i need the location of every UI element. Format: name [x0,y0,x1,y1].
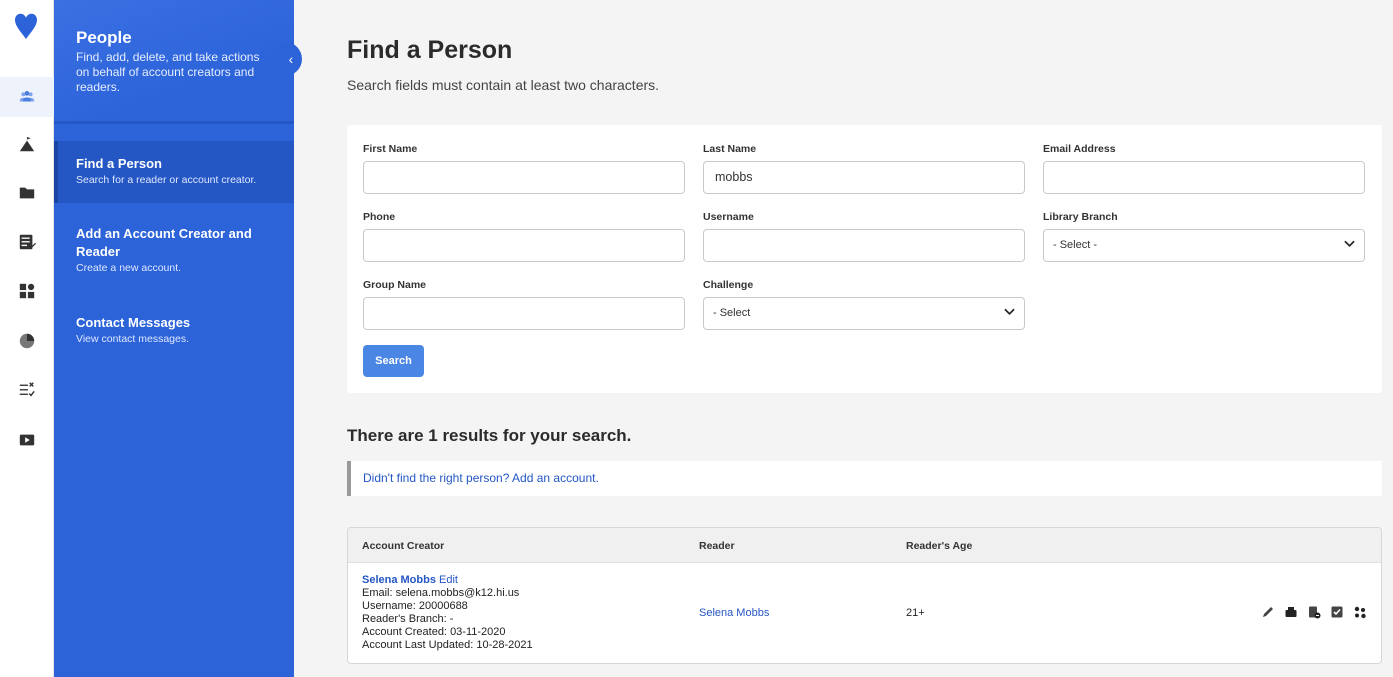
challenge-group: Challenge - Select [703,279,1025,330]
created-label: Account Created: [362,626,447,638]
challenge-value: - Select [713,307,751,319]
sidebar-item-label: Contact Messages [76,315,191,330]
library-branch-group: Library Branch - Select - [1043,211,1365,262]
group-name-input[interactable] [363,297,685,330]
search-button[interactable]: Search [363,345,424,377]
task-list-icon[interactable] [0,370,54,410]
last-name-input[interactable]: mobbs [703,161,1025,194]
last-name-label: Last Name [703,143,757,155]
username-group: Username [703,211,1025,262]
library-branch-label: Library Branch [1043,211,1118,223]
sidebar-item-add-account[interactable]: Add an Account Creator and Reader Create… [54,225,294,285]
username-label: Username: [362,600,416,612]
account-updated-date: 10-28-2021 [476,639,533,651]
last-name-group: Last Name mobbs [703,143,1025,194]
widgets-icon[interactable] [0,271,54,311]
creator-email: selena.mobbs@k12.hi.us [395,587,520,599]
email-label: Email: [362,587,393,599]
sidebar-title: People [76,28,132,47]
updated-label: Account Last Updated: [362,639,474,651]
people-sidebar: People Find, add, delete, and take actio… [54,0,302,677]
phone-group: Phone [363,211,685,262]
first-name-input[interactable] [363,161,685,194]
reader-age: 21+ [906,607,925,619]
challenge-label: Challenge [703,279,754,291]
email-input[interactable] [1043,161,1365,194]
creator-name-link[interactable]: Selena Mobbs [362,574,436,586]
search-form: First Name Last Name mobbs Email Address… [347,125,1382,393]
creator-username: 20000688 [418,600,468,612]
challenge-select[interactable]: - Select [703,297,1025,330]
group-name-group: Group Name [363,279,685,330]
row-actions [1261,605,1367,619]
results-table: Account Creator Reader Reader's Age Sele… [347,527,1382,664]
chevron-down-icon [1344,230,1355,261]
sidebar-item-sublabel: Create a new account. [76,262,182,274]
username-label: Username [703,211,754,223]
checklist-edit-icon[interactable] [0,222,54,262]
chevron-down-icon [1004,298,1015,329]
heart-logo-icon[interactable] [13,12,39,40]
pencil-edit-icon[interactable] [1261,605,1275,619]
account-created-date: 03-11-2020 [450,626,506,638]
branch-label: Reader's Branch: [362,613,447,625]
email-label: Email Address [1043,143,1116,155]
mountain-flag-icon[interactable] [0,125,54,165]
printer-icon[interactable] [1284,605,1298,619]
sidebar-item-label: Add an Account Creator and Reader [76,226,252,259]
sidebar-item-contact-messages[interactable]: Contact Messages View contact messages. [54,314,294,354]
page-title: Find a Person [347,36,513,64]
edit-link[interactable]: Edit [439,574,458,586]
phone-input[interactable] [363,229,685,262]
column-header-account-creator: Account Creator [362,540,445,552]
add-account-link[interactable]: Didn't find the right person? Add an acc… [363,471,599,485]
icon-rail [0,0,54,677]
chevron-left-icon: ‹ [288,51,294,67]
sidebar-description: Find, add, delete, and take actions on b… [76,50,260,94]
folder-icon[interactable] [0,173,54,213]
phone-label: Phone [363,211,396,223]
column-header-readers-age: Reader's Age [906,540,973,552]
sidebar-item-label: Find a Person [76,156,162,171]
main-content: Find a Person Search fields must contain… [294,0,1393,677]
add-account-notice: Didn't find the right person? Add an acc… [347,461,1382,496]
library-branch-value: - Select - [1053,239,1098,251]
sidebar-item-sublabel: Search for a reader or account creator. [76,174,257,186]
group-dots-icon[interactable] [1353,605,1367,619]
sidebar-header: People Find, add, delete, and take actio… [54,0,294,124]
video-icon[interactable] [0,420,54,460]
results-count: There are 1 results for your search. [347,426,632,445]
creator-branch: - [449,613,454,625]
checkbox-icon[interactable] [1330,605,1344,619]
people-icon[interactable] [0,77,54,117]
email-group: Email Address [1043,143,1365,194]
sidebar-item-find-a-person[interactable]: Find a Person Search for a reader or acc… [54,141,294,203]
sidebar-item-sublabel: View contact messages. [76,333,190,345]
library-branch-select[interactable]: - Select - [1043,229,1365,262]
pie-chart-icon[interactable] [0,321,54,361]
group-name-label: Group Name [363,279,427,291]
username-input[interactable] [703,229,1025,262]
page-subtitle: Search fields must contain at least two … [347,77,660,93]
account-creator-cell: Selena Mobbs Edit Email: selena.mobbs@k1… [362,574,533,652]
table-header: Account Creator Reader Reader's Age [348,528,1381,563]
first-name-group: First Name [363,143,685,194]
column-header-reader: Reader [699,540,735,552]
document-remove-icon[interactable] [1307,605,1321,619]
reader-name-link[interactable]: Selena Mobbs [699,607,769,619]
first-name-label: First Name [363,143,418,155]
